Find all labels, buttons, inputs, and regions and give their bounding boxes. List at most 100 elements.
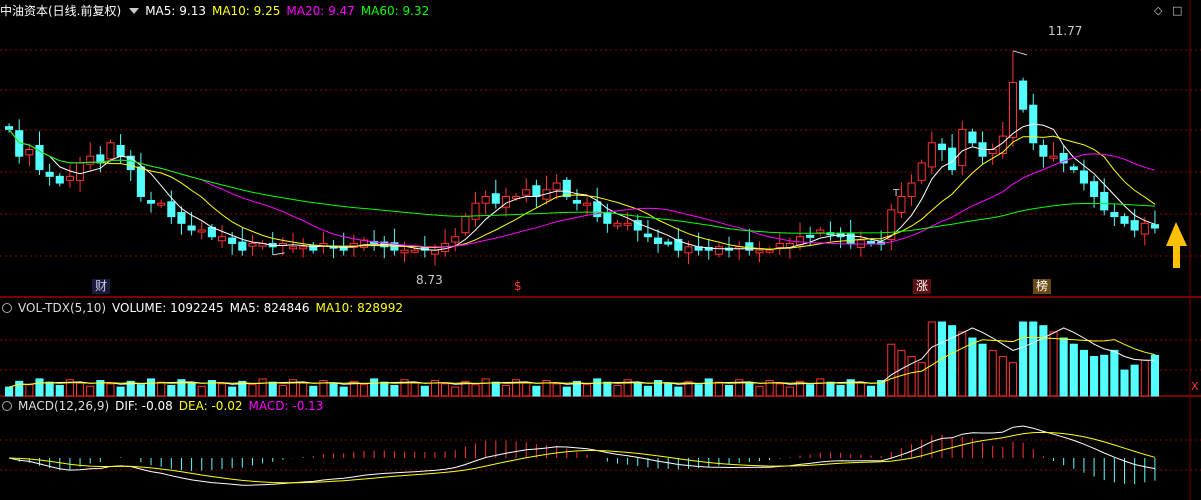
- candle-body: [45, 171, 54, 177]
- volume-bar: [248, 384, 257, 397]
- candle-body: [187, 225, 196, 231]
- candle-body: [228, 237, 237, 244]
- candle-body: [217, 236, 227, 242]
- volume-bar: [745, 382, 754, 397]
- high-pointer: [1012, 50, 1028, 56]
- candle-body: [5, 126, 14, 130]
- volume-bar: [694, 384, 703, 397]
- candle-body: [146, 200, 156, 204]
- candle-body: [461, 216, 470, 234]
- volume-bar: [35, 378, 44, 397]
- candle-body: [775, 242, 784, 248]
- volume-bar: [1090, 356, 1099, 397]
- volume-bar: [15, 380, 24, 397]
- volume-bar: [228, 386, 237, 397]
- volume-bar: [613, 384, 622, 397]
- main-title[interactable]: 中油资本(日线.前复权): [0, 2, 121, 20]
- volume-bars: [5, 321, 1159, 397]
- marker-cai[interactable]: 财: [92, 279, 111, 294]
- low-price-label: 8.73: [416, 273, 443, 287]
- candle-body: [238, 241, 247, 251]
- volume-bar: [329, 383, 338, 397]
- dropdown-icon[interactable]: [129, 8, 140, 14]
- volume-bar: [25, 384, 34, 397]
- volume-bar: [1008, 362, 1018, 397]
- volume-bar: [451, 386, 460, 397]
- diamond-icon[interactable]: ◇: [1154, 4, 1162, 17]
- candle-body: [1090, 181, 1099, 197]
- candle-body: [76, 162, 85, 181]
- expand-icon[interactable]: □: [1172, 4, 1182, 17]
- volume-bar: [724, 384, 734, 397]
- volume-bar: [146, 378, 156, 397]
- candle-body: [562, 179, 571, 197]
- candle-body: [917, 162, 926, 181]
- candle-body: [106, 142, 115, 160]
- volume-bar: [268, 381, 277, 397]
- volume-bar: [927, 321, 936, 397]
- candle-body: [400, 249, 409, 254]
- volume-bar: [278, 384, 287, 397]
- volume-bar: [45, 381, 54, 397]
- volume-bar: [1110, 349, 1119, 397]
- candle-body: [572, 200, 581, 204]
- circle-icon[interactable]: [2, 303, 12, 313]
- volume-ma10: MA10: 828992: [315, 301, 403, 315]
- candle-body: [1120, 216, 1129, 224]
- candle-body: [755, 249, 764, 254]
- volume-bar: [1140, 359, 1149, 397]
- candle-body: [684, 246, 693, 254]
- arrow-icon: [1166, 222, 1187, 268]
- candle-body: [643, 233, 652, 238]
- candle-body: [197, 229, 206, 233]
- main-header: 中油资本(日线.前复权) MA5: 9.13 MA10: 9.25 MA20: …: [0, 2, 435, 20]
- marker-zhang[interactable]: 涨: [913, 279, 932, 294]
- volume-bar: [491, 381, 500, 397]
- candle-body: [654, 237, 663, 244]
- volume-x-mark: X: [1191, 380, 1199, 393]
- volume-value: VOLUME: 1092245: [112, 301, 224, 315]
- marker-dollar[interactable]: $: [511, 279, 525, 294]
- marker-bang[interactable]: 榜: [1033, 279, 1052, 294]
- candle-body: [927, 142, 936, 168]
- macd-title[interactable]: MACD(12,26,9): [18, 397, 109, 415]
- candle-body: [248, 242, 257, 247]
- candle-body: [816, 229, 825, 234]
- volume-bar: [501, 384, 510, 397]
- candle-body: [481, 195, 490, 204]
- volume-title[interactable]: VOL-TDX(5,10): [18, 299, 106, 317]
- volume-bar: [1019, 321, 1028, 397]
- volume-bar: [633, 382, 642, 397]
- candle-body: [1019, 80, 1028, 110]
- volume-bar: [562, 386, 571, 397]
- candle-body: [1150, 224, 1159, 229]
- candle-body: [765, 249, 774, 253]
- volume-bar: [998, 356, 1007, 397]
- volume-bar: [420, 385, 429, 397]
- volume-bar: [339, 386, 348, 397]
- volume-bar: [958, 331, 967, 397]
- volume-bar: [897, 349, 906, 397]
- dea-value: DEA: -0.02: [178, 399, 243, 413]
- candle-body: [795, 236, 805, 246]
- candle-body: [583, 202, 592, 206]
- candle-body: [1008, 81, 1018, 138]
- candle-body: [806, 234, 815, 238]
- stock-chart[interactable]: [0, 0, 1201, 500]
- volume-bar: [217, 383, 227, 397]
- candle-body: [441, 242, 450, 253]
- volume-bar: [380, 381, 389, 397]
- volume-bar: [816, 378, 825, 397]
- candle-body: [471, 202, 480, 220]
- volume-bar: [593, 378, 602, 397]
- ma5-value: MA5: 9.13: [145, 4, 206, 18]
- volume-bar: [887, 343, 896, 397]
- volume-bar: [836, 384, 845, 397]
- candle-body: [866, 240, 876, 244]
- volume-bar: [583, 384, 592, 397]
- candle-body: [1039, 144, 1048, 157]
- candle-body: [430, 249, 440, 255]
- candle-body: [299, 246, 308, 250]
- circle-icon[interactable]: [2, 401, 12, 411]
- candle-body: [288, 246, 298, 250]
